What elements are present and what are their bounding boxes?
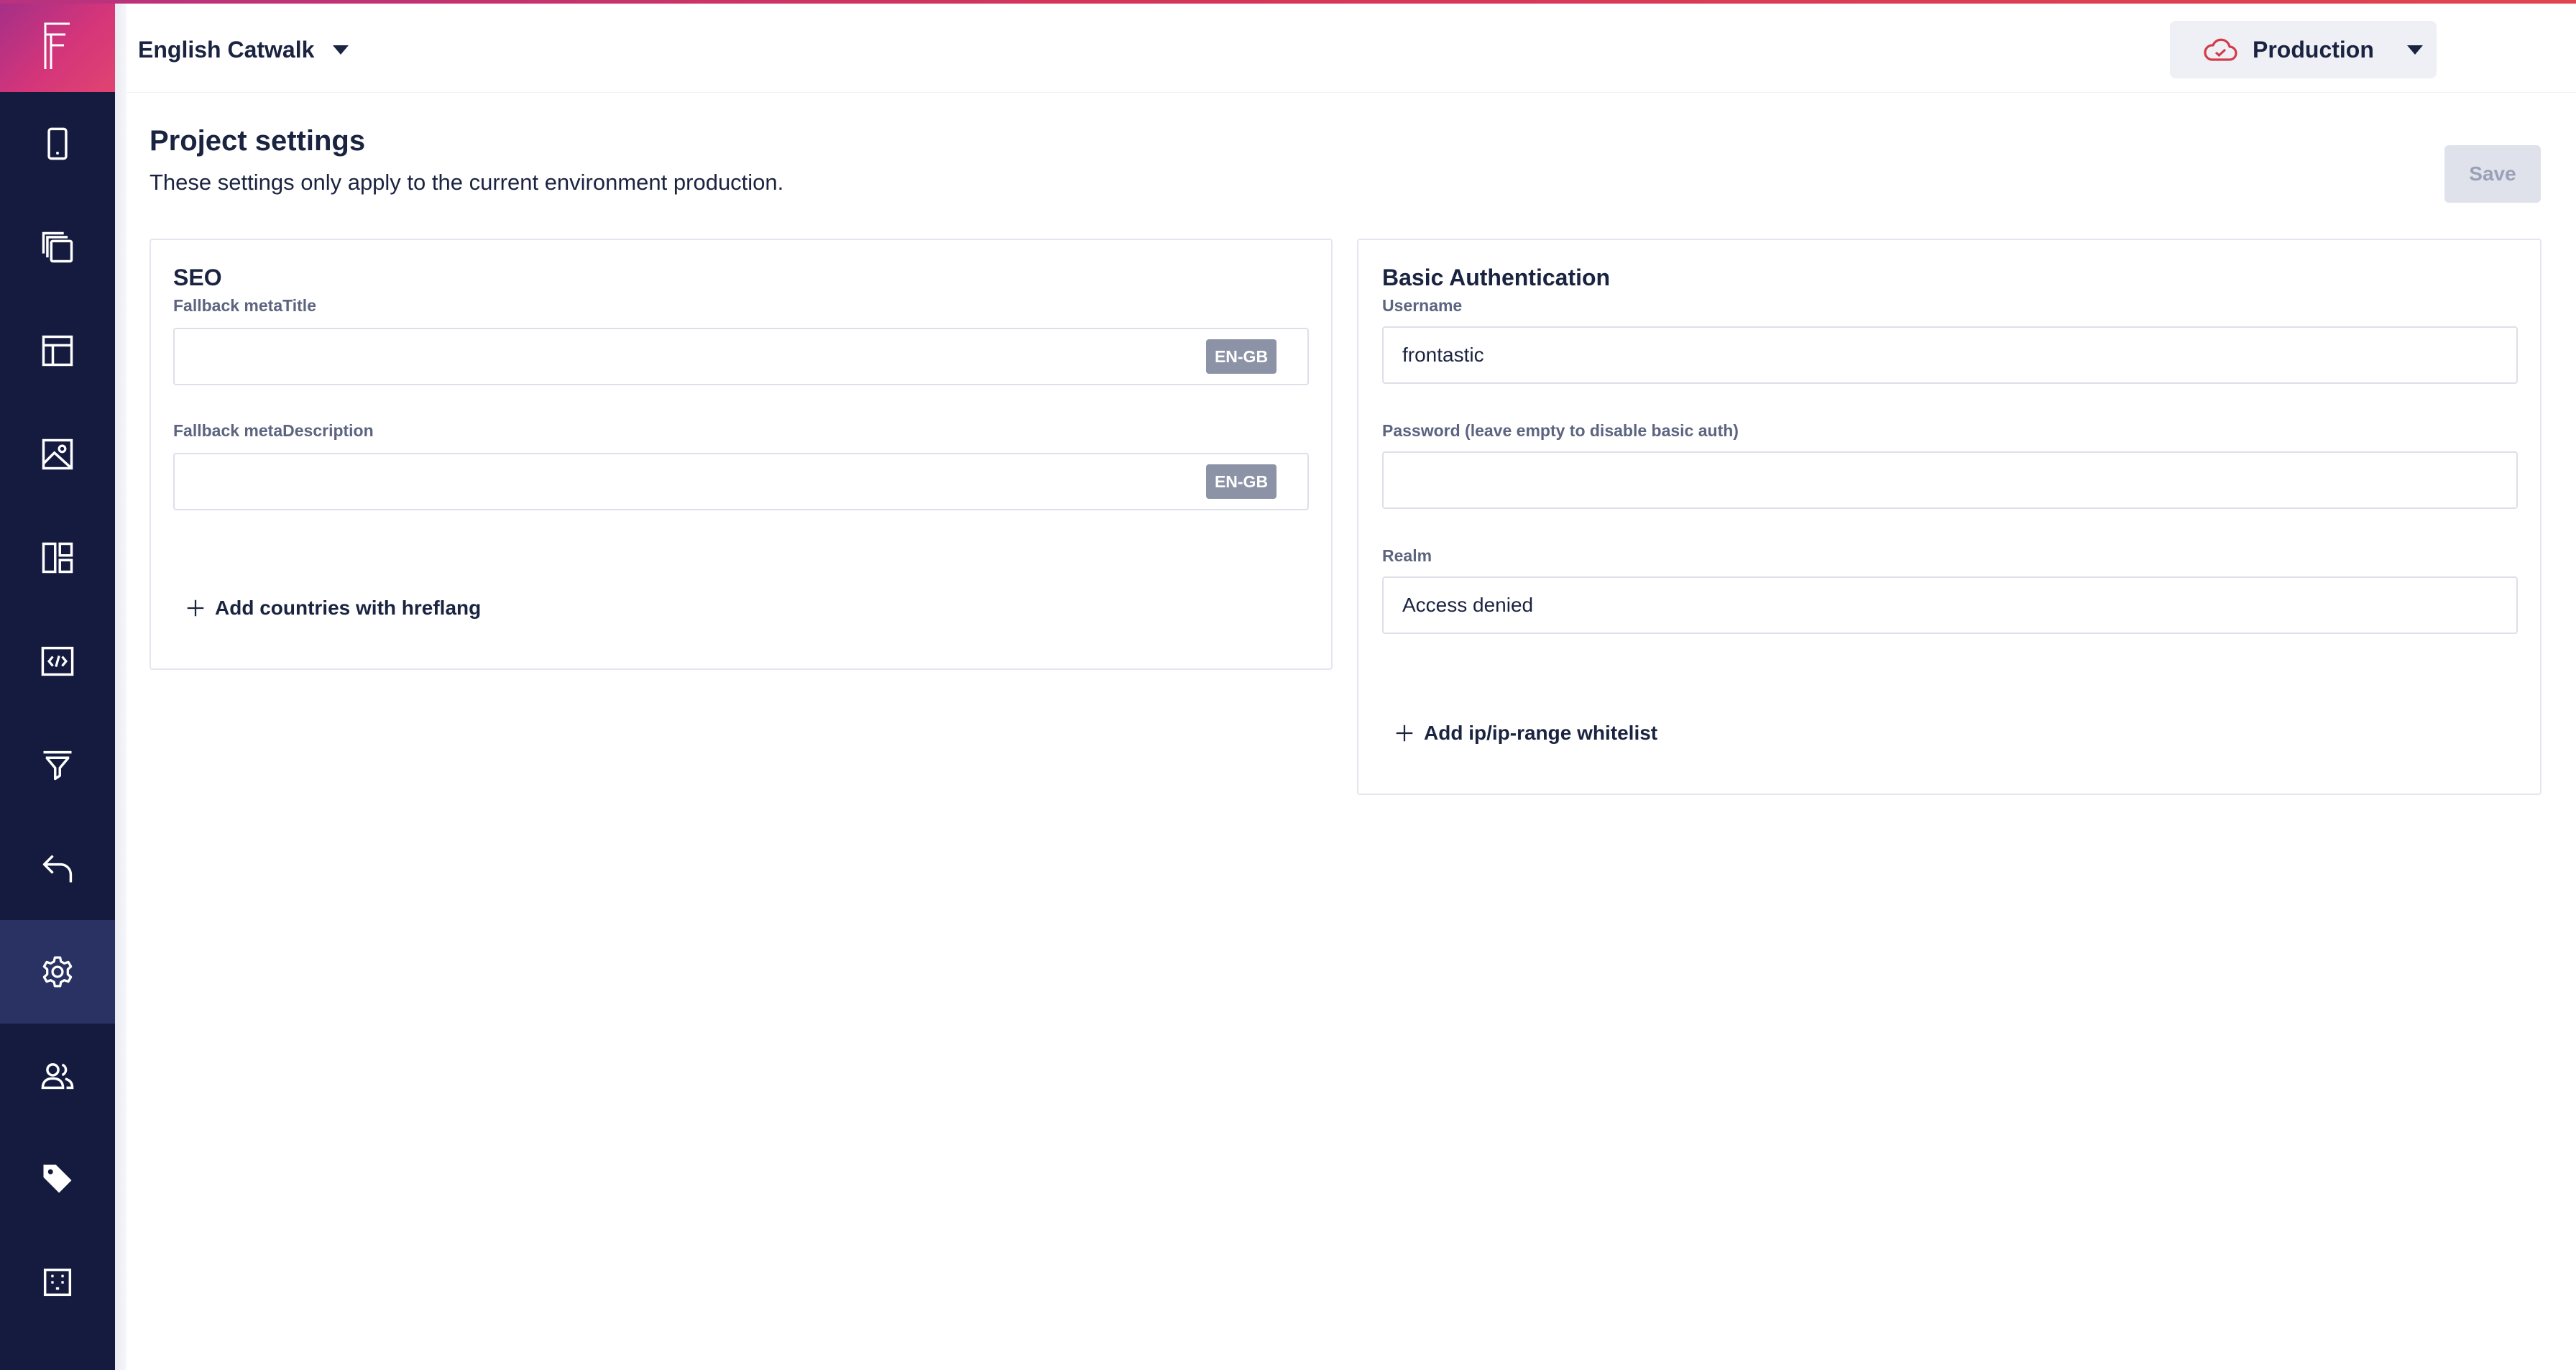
meta-title-input[interactable] [173,328,1309,385]
layout-icon [42,335,73,367]
sidebar-item-history[interactable] [0,817,115,920]
app-root: English Catwalk Production Project setti… [0,0,2576,1370]
add-ip-whitelist-label: Add ip/ip-range whitelist [1424,722,1658,744]
seo-card: SEO Fallback metaTitle EN-GB Fallback me… [150,239,1333,670]
add-hreflang-label: Add countries with hreflang [215,597,482,619]
meta-title-language-badge[interactable]: EN-GB [1206,339,1276,374]
sidebar-item-tags[interactable] [0,1127,115,1231]
project-name: English Catwalk [138,36,315,63]
users-icon [41,1063,74,1090]
realm-label: Realm [1382,546,1432,565]
frontastic-logo[interactable] [0,0,115,92]
username-input[interactable] [1382,326,2518,384]
copy-pages-icon [42,231,73,263]
plus-icon [1396,725,1413,742]
password-input[interactable] [1382,451,2518,509]
filter-icon [43,750,72,781]
building-icon [43,1268,72,1297]
environment-selector[interactable]: Production [2170,21,2437,78]
sidebar-item-app[interactable] [0,92,115,196]
image-icon [42,438,73,470]
undo-icon [42,855,73,883]
sidebar-item-users[interactable] [0,1024,115,1127]
password-label: Password (leave empty to disable basic a… [1382,421,1739,440]
sidebar-item-settings[interactable] [0,920,115,1024]
add-ip-whitelist-button[interactable]: Add ip/ip-range whitelist [1394,722,1657,745]
sidebar-edge [115,0,126,1370]
environment-name: Production [2253,37,2374,63]
code-icon [41,646,74,676]
basic-auth-card-title: Basic Authentication [1382,265,1611,290]
page-title: Project settings [150,125,366,157]
tag-icon [43,1164,72,1193]
sidebar-item-developer[interactable] [0,610,115,713]
chevron-down-icon [333,45,349,55]
sidebar-item-organization[interactable] [0,1231,115,1334]
save-button[interactable]: Save [2444,145,2541,203]
meta-description-language-badge[interactable]: EN-GB [1206,464,1276,499]
seo-card-title: SEO [173,265,222,290]
top-accent-bar [0,0,2576,4]
chevron-down-icon [2407,45,2423,55]
sidebar-item-pages[interactable] [0,196,115,299]
sidebar [0,0,115,1370]
cloud-check-icon [2204,38,2237,61]
sidebar-item-dashboard[interactable] [0,506,115,610]
username-label: Username [1382,296,1463,315]
project-selector[interactable]: English Catwalk [138,31,349,68]
meta-description-label: Fallback metaDescription [173,421,374,440]
top-header: English Catwalk Production [126,4,2576,93]
sidebar-item-media[interactable] [0,403,115,506]
meta-title-label: Fallback metaTitle [173,296,316,315]
logo-f-icon [44,22,70,69]
add-hreflang-button[interactable]: Add countries with hreflang [185,597,481,620]
plus-icon [187,599,204,617]
mobile-icon [47,127,68,160]
sidebar-item-layouts[interactable] [0,299,115,403]
gear-icon [42,956,73,988]
sidebar-item-filters[interactable] [0,713,115,817]
meta-description-input[interactable] [173,453,1309,510]
page-subtitle: These settings only apply to the current… [150,170,784,195]
realm-input[interactable] [1382,576,2518,634]
basic-auth-card: Basic Authentication Username Password (… [1357,239,2542,795]
dashboard-icon [42,542,73,574]
